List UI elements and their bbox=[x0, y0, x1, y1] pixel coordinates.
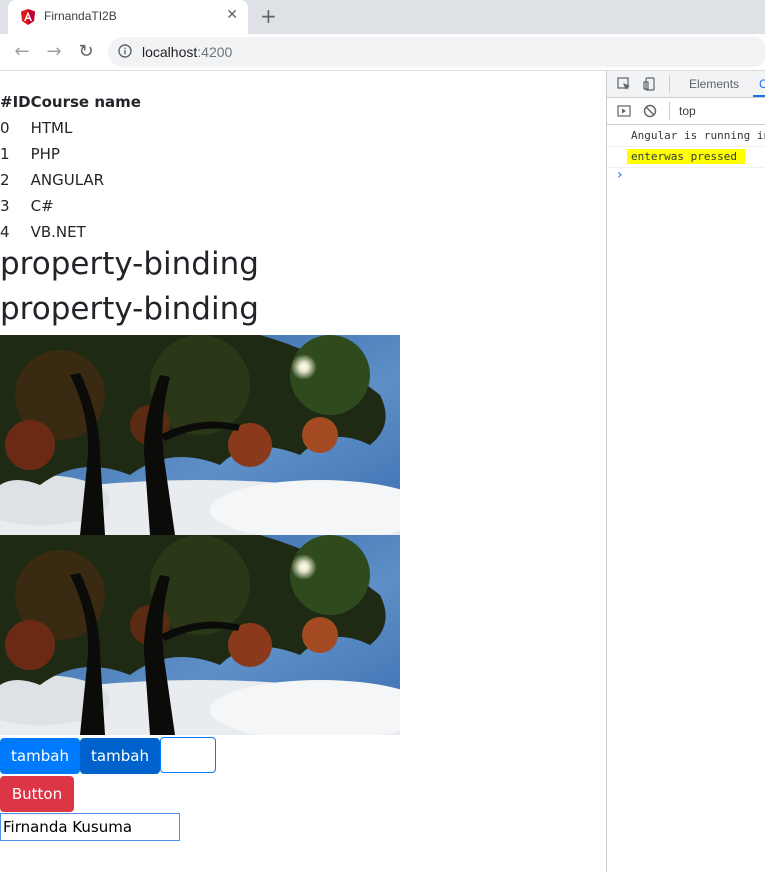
cell-course-name: C# bbox=[30, 197, 54, 215]
address-bar[interactable]: localhost:4200 bbox=[108, 37, 765, 67]
cell-id: 3 bbox=[0, 197, 10, 215]
browser-tabstrip: FirnandaTI2B ✕ + bbox=[0, 0, 765, 34]
tree-photo-graphic bbox=[0, 535, 400, 735]
cell-course-name: ANGULAR bbox=[30, 171, 105, 189]
page-content: #ID Course name 0 HTML 1 PHP 2 ANGULAR 3… bbox=[0, 71, 606, 872]
cell-id: 1 bbox=[0, 145, 10, 163]
tab-elements[interactable]: Elements bbox=[689, 77, 739, 91]
console-message: enterwas pressed bbox=[607, 147, 765, 168]
info-icon[interactable] bbox=[118, 44, 132, 58]
tree-photo bbox=[0, 335, 400, 535]
console-message: Angular is running in bbox=[607, 126, 765, 147]
table-row: 1 PHP bbox=[0, 141, 141, 167]
table-row: 0 HTML bbox=[0, 115, 141, 141]
console-message-text: Angular is running in bbox=[631, 129, 765, 142]
cell-id: 0 bbox=[0, 119, 10, 137]
name-input[interactable] bbox=[0, 813, 180, 841]
reload-icon[interactable]: ↻ bbox=[74, 40, 98, 64]
cell-course-name: PHP bbox=[30, 145, 60, 163]
cell-course-name: HTML bbox=[30, 119, 73, 137]
device-toolbar-icon[interactable] bbox=[643, 77, 657, 91]
clear-console-icon[interactable] bbox=[643, 104, 657, 118]
console-toolbar: top bbox=[607, 98, 765, 125]
table-row: 3 C# bbox=[0, 193, 141, 219]
column-header-course-name: Course name bbox=[30, 93, 141, 111]
new-tab-icon[interactable]: + bbox=[260, 4, 277, 28]
console-message-text: enterwas pressed bbox=[627, 149, 745, 164]
danger-button[interactable]: Button bbox=[0, 776, 74, 812]
tab-console[interactable]: C bbox=[759, 77, 765, 91]
devtools-tabbar: Elements C bbox=[607, 71, 765, 98]
forward-icon[interactable]: → bbox=[42, 40, 66, 64]
browser-tab[interactable]: FirnandaTI2B ✕ bbox=[8, 0, 248, 34]
empty-outline-button[interactable] bbox=[160, 737, 216, 773]
table-row: 2 ANGULAR bbox=[0, 167, 141, 193]
devtools-panel: Elements C top Angular is running in ent… bbox=[606, 71, 765, 872]
toolbar-divider bbox=[669, 102, 670, 120]
tambah-button-active[interactable]: tambah bbox=[80, 738, 160, 774]
courses-table: #ID Course name 0 HTML 1 PHP 2 ANGULAR 3… bbox=[0, 89, 141, 245]
close-tab-icon[interactable]: ✕ bbox=[226, 7, 238, 23]
property-binding-heading: property-binding bbox=[0, 246, 259, 282]
url-text: localhost:4200 bbox=[142, 44, 232, 60]
tree-photo-graphic bbox=[0, 335, 400, 535]
tab-title: FirnandaTI2B bbox=[44, 9, 117, 23]
console-prompt-icon[interactable]: › bbox=[617, 167, 623, 183]
property-binding-heading: property-binding bbox=[0, 291, 259, 327]
url-host: localhost bbox=[142, 44, 198, 60]
table-header-row: #ID Course name bbox=[0, 89, 141, 115]
tree-photo bbox=[0, 535, 400, 735]
active-tab-indicator bbox=[753, 95, 765, 97]
back-icon[interactable]: ← bbox=[10, 40, 34, 64]
cell-course-name: VB.NET bbox=[30, 223, 86, 241]
column-header-id: #ID bbox=[0, 93, 31, 111]
cell-id: 2 bbox=[0, 171, 10, 189]
tambah-button[interactable]: tambah bbox=[0, 738, 80, 774]
url-port: :4200 bbox=[197, 44, 233, 60]
browser-toolbar: ← → ↻ localhost:4200 bbox=[0, 34, 765, 71]
inspect-element-icon[interactable] bbox=[617, 77, 631, 91]
cell-id: 4 bbox=[0, 223, 10, 241]
table-row: 4 VB.NET bbox=[0, 219, 141, 245]
toolbar-divider bbox=[669, 75, 670, 93]
angular-logo-icon bbox=[21, 9, 35, 25]
sidebar-toggle-icon[interactable] bbox=[617, 104, 631, 118]
context-selector[interactable]: top bbox=[679, 104, 696, 118]
